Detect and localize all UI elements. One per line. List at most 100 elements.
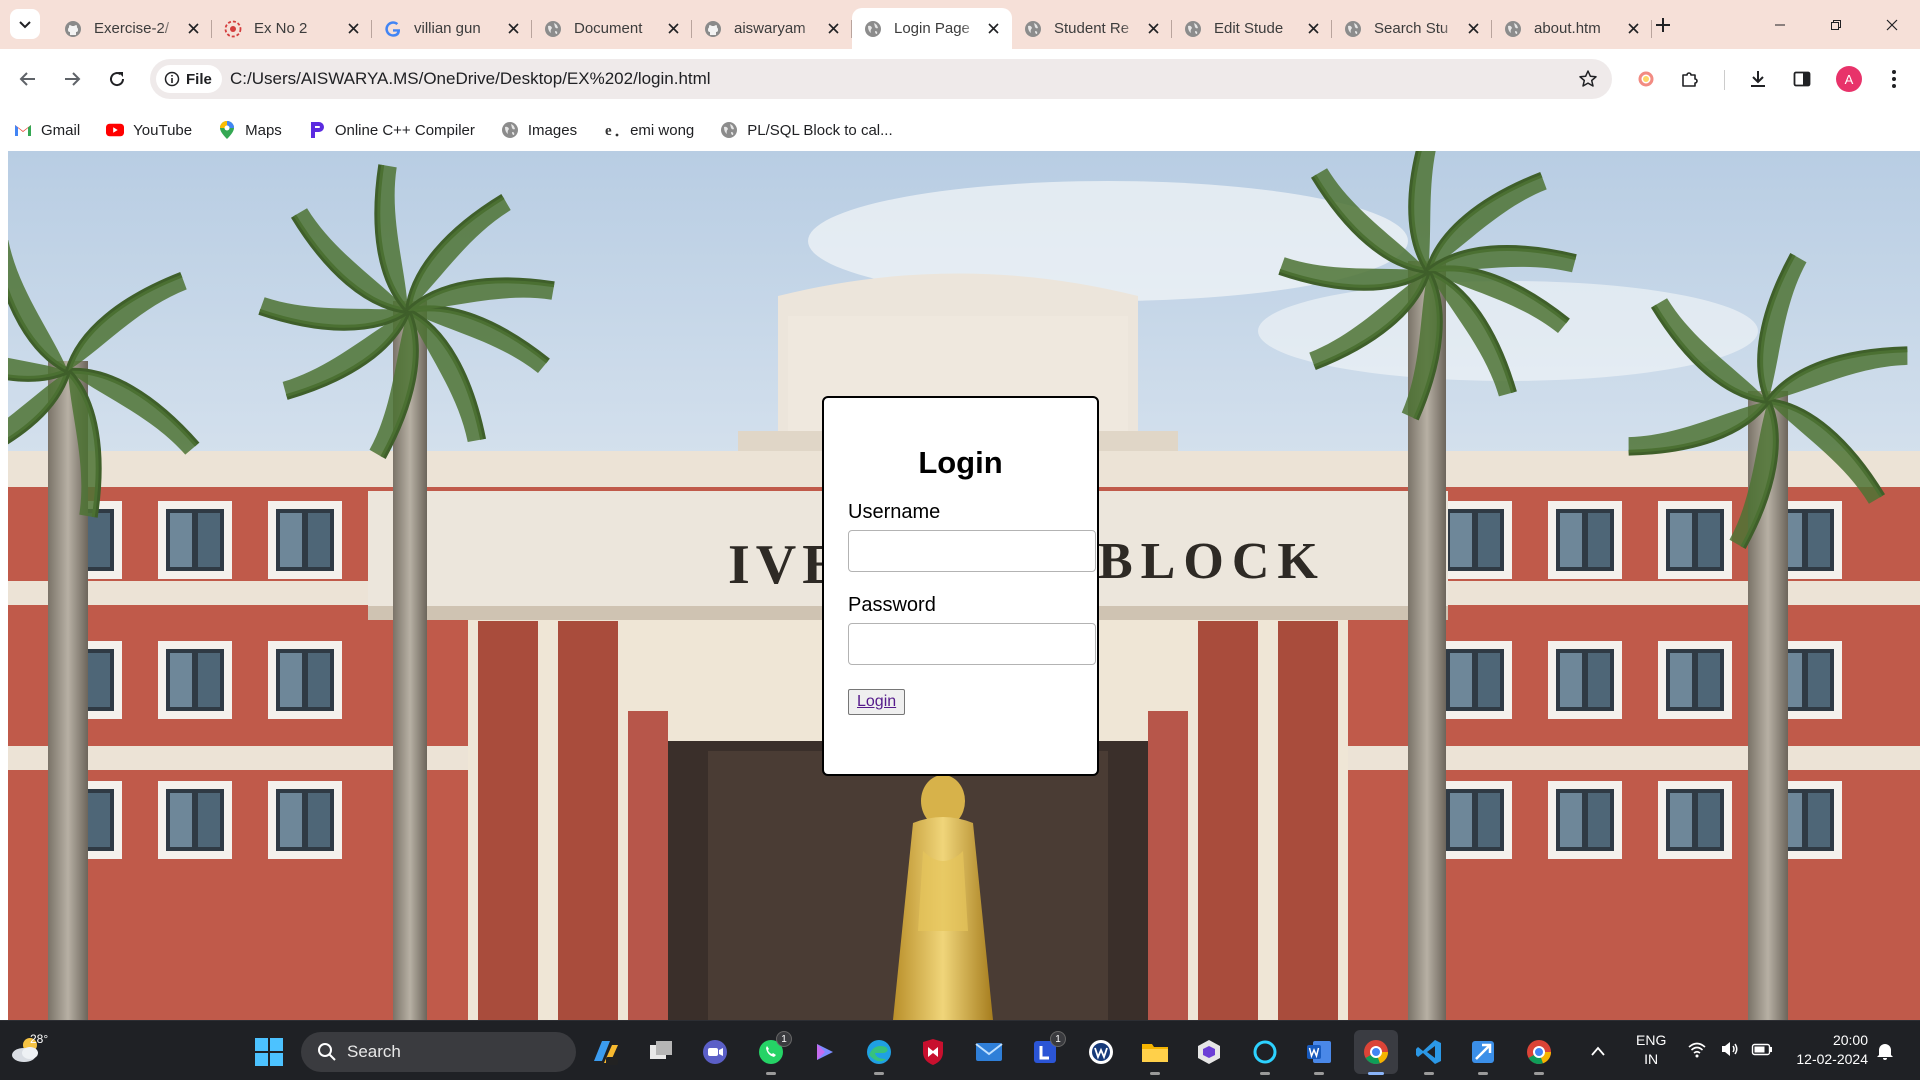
taskbar-clock[interactable]: 20:00 12-02-2024 [1776, 1031, 1868, 1069]
tray-overflow-button[interactable] [1590, 1039, 1606, 1063]
forward-button[interactable] [56, 63, 88, 95]
password-input[interactable] [848, 623, 1096, 665]
tab[interactable]: Edit Stude [1172, 8, 1332, 49]
taskbar-task-view[interactable] [644, 1035, 678, 1069]
taskbar-mail-app[interactable] [972, 1035, 1006, 1069]
restore-icon [1831, 19, 1841, 30]
toolbar-divider [1724, 70, 1725, 90]
tab[interactable]: Document [532, 8, 692, 49]
tab[interactable]: aiswaryam [692, 8, 852, 49]
mcafee-shield-icon [923, 1039, 943, 1065]
close-tab-button[interactable] [504, 20, 522, 38]
window-controls [1752, 0, 1920, 49]
bookmark-item[interactable]: YouTube [106, 121, 192, 139]
taskbar-meet-app[interactable] [698, 1035, 732, 1069]
taskbar-file-explorer[interactable] [1138, 1035, 1172, 1075]
close-tab-button[interactable] [984, 20, 1002, 38]
username-input[interactable] [848, 530, 1096, 572]
taskbar-widgets-app[interactable] [588, 1035, 622, 1069]
taskbar-remote-app[interactable] [1466, 1035, 1500, 1075]
minimize-button[interactable] [1752, 0, 1808, 49]
extensions-menu-button[interactable] [1674, 63, 1706, 95]
taskbar-w-app[interactable] [1084, 1035, 1118, 1069]
reload-button[interactable] [101, 63, 133, 95]
plus-icon [1656, 18, 1670, 32]
windows-taskbar: 28° Search 1 1 ENG IN 20:00 12-02-2024 [0, 1020, 1920, 1080]
site-info-chip[interactable]: File [156, 65, 222, 93]
windows-logo-icon [255, 1038, 283, 1066]
taskbar-edge-app[interactable] [862, 1035, 896, 1075]
side-panel-button[interactable] [1786, 63, 1818, 95]
taskbar-cortana-app[interactable] [1248, 1035, 1282, 1075]
teams-badge: 1 [1050, 1031, 1066, 1047]
close-icon [347, 23, 359, 34]
tab[interactable]: Exercise-2/ [52, 8, 212, 49]
close-tab-button[interactable] [1144, 20, 1162, 38]
close-tab-button[interactable] [1624, 20, 1642, 38]
bookmark-item[interactable]: Gmail [14, 121, 80, 139]
language-indicator[interactable]: ENG IN [1636, 1031, 1666, 1069]
system-tray-icons[interactable] [1687, 1039, 1773, 1059]
close-icon [1627, 23, 1639, 34]
login-button[interactable]: Login [848, 689, 906, 715]
url-text[interactable]: C:/Users/AISWARYA.MS/OneDrive/Desktop/EX… [230, 69, 711, 89]
chevron-down-icon [19, 21, 31, 29]
tab[interactable]: about.htm [1492, 8, 1652, 49]
taskbar-chrome-app[interactable] [1354, 1030, 1398, 1075]
restore-button[interactable] [1808, 0, 1864, 49]
minimize-icon [1775, 24, 1785, 25]
taskbar-mcafee-app[interactable] [916, 1035, 950, 1069]
notifications-button[interactable] [1876, 1041, 1894, 1066]
address-bar[interactable]: File C:/Users/AISWARYA.MS/OneDrive/Deskt… [150, 59, 1612, 99]
taskbar-whatsapp-app[interactable]: 1 [754, 1031, 792, 1075]
clock-time: 20:00 [1832, 1032, 1868, 1048]
ring-icon [1253, 1040, 1277, 1064]
tab[interactable]: Student Re [1012, 8, 1172, 49]
taskbar-search-box[interactable]: Search [301, 1032, 576, 1072]
bookmark-item[interactable]: Maps [218, 121, 282, 139]
new-tab-button[interactable] [1650, 12, 1676, 38]
profile-avatar[interactable]: A [1836, 66, 1862, 92]
close-tab-button[interactable] [184, 20, 202, 38]
bookmark-item[interactable]: Images [501, 121, 577, 139]
google-icon [384, 20, 402, 38]
bookmark-item[interactable]: e emi wong [603, 121, 694, 139]
task-view-icon [650, 1041, 672, 1059]
extension-button[interactable] [1630, 63, 1662, 95]
browser-menu-button[interactable] [1878, 63, 1910, 95]
tab[interactable]: villian gun [372, 8, 532, 49]
maps-icon [218, 121, 236, 139]
tab[interactable]: Search Stu [1332, 8, 1492, 49]
downloads-button[interactable] [1742, 63, 1774, 95]
bookmark-item[interactable]: Online C++ Compiler [308, 121, 475, 139]
volume-icon [1722, 1042, 1738, 1056]
taskbar-word-app[interactable] [1302, 1035, 1336, 1075]
close-tab-button[interactable] [664, 20, 682, 38]
globe-icon [720, 121, 738, 139]
tab[interactable]: Ex No 2 [212, 8, 372, 49]
puzzle-icon [1682, 72, 1698, 87]
close-icon [187, 23, 199, 34]
close-tab-button[interactable] [824, 20, 842, 38]
webpage-favicon [224, 20, 242, 38]
start-button[interactable] [254, 1037, 284, 1067]
close-icon [1886, 19, 1898, 30]
close-window-button[interactable] [1864, 0, 1920, 49]
extension-ring-icon [1638, 71, 1654, 87]
taskbar-vscode-app[interactable] [1412, 1035, 1446, 1075]
back-button[interactable] [12, 63, 44, 95]
globe-icon [1504, 20, 1522, 38]
close-tab-button[interactable] [344, 20, 362, 38]
taskbar-teams-app[interactable]: 1 [1028, 1031, 1066, 1069]
tab-search-button[interactable] [10, 9, 40, 39]
bookmark-item[interactable]: PL/SQL Block to cal... [720, 121, 893, 139]
taskbar-store-app[interactable] [1192, 1035, 1226, 1069]
close-icon [987, 23, 999, 34]
close-tab-button[interactable] [1304, 20, 1322, 38]
taskbar-copilot-app[interactable] [808, 1035, 842, 1069]
close-tab-button[interactable] [1464, 20, 1482, 38]
tab-active[interactable]: Login Page [852, 8, 1012, 49]
running-indicator [1260, 1072, 1270, 1075]
taskbar-chrome-profile-app[interactable] [1522, 1035, 1556, 1075]
bookmark-star-button[interactable] [1576, 67, 1600, 91]
